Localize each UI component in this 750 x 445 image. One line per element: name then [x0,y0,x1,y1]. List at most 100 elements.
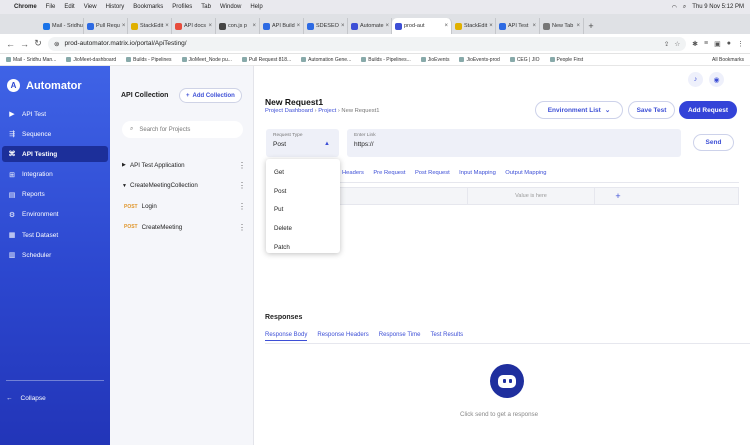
browser-tab[interactable]: API Build × [260,18,304,34]
share-icon[interactable]: ⇪ [664,40,669,48]
tab-response-time[interactable]: Response Time [379,332,421,341]
param-value-input[interactable]: Value is here [467,188,595,204]
add-collection-button[interactable]: + Add Collection [179,88,242,103]
sidebar-item-api-test[interactable]: ▶ API Test [2,106,108,122]
browser-tab[interactable]: SDESEO × [304,18,348,34]
send-button[interactable]: Send [693,134,734,151]
menu-window[interactable]: Window [220,4,241,10]
save-test-button[interactable]: Save Test [628,101,675,119]
search-icon[interactable]: ⌕ [683,4,686,11]
reading-list-icon[interactable]: ≡ [704,40,708,48]
kebab-menu-icon[interactable]: ⋮ [238,223,246,232]
request-item[interactable]: POST CreateMeeting ⋮ [122,222,250,232]
bookmark-item[interactable]: JioMeet_Node pu... [181,57,232,63]
close-tab-icon[interactable]: × [297,23,301,29]
bookmark-item[interactable]: JioEvents-prod [459,57,500,63]
tab-input-mapping[interactable]: Input Mapping [459,170,496,176]
close-tab-icon[interactable]: × [165,23,169,29]
browser-menu-icon[interactable]: ⋮ [737,40,744,48]
close-tab-icon[interactable]: × [208,23,212,29]
sidebar-item-scheduler[interactable]: ▥ Scheduler [2,247,108,263]
close-tab-icon[interactable]: × [576,23,580,29]
close-tab-icon[interactable]: × [341,23,345,29]
url-input[interactable]: ⊚ prod-automator.matrix.io/portal/ApiTes… [48,36,687,51]
menu-clock[interactable]: Thu 9 Nov 5:12 PM [692,4,744,10]
forward-icon[interactable]: → [20,39,29,49]
sidebar-item-integration[interactable]: ⊞ Integration [2,167,108,183]
sidebar-item-api-testing[interactable]: ⌘ API Testing [2,146,108,163]
request-type-select[interactable]: Request Type Post ▲ [266,129,339,157]
bookmark-item[interactable]: JioMeet-dashboard [66,57,116,63]
notification-bell-icon[interactable]: ♪ [688,72,703,87]
bookmark-item[interactable]: CEG | JIO [509,57,540,63]
add-param-button[interactable]: + [609,188,627,204]
menu-bookmarks[interactable]: Bookmarks [133,4,163,10]
wifi-icon[interactable]: ◠ [672,4,677,11]
collection-item[interactable]: ▶ API Test Application ⋮ [122,160,250,170]
menu-help[interactable]: Help [250,4,262,10]
breadcrumb-dashboard[interactable]: Project Dashboard [265,108,313,114]
request-item[interactable]: POST Login ⋮ [122,202,250,212]
browser-tab[interactable]: con.js p × [216,18,260,34]
bookmark-item[interactable]: Mail - Sridhu Man... [6,57,56,63]
close-tab-icon[interactable]: × [444,23,448,29]
site-info-icon[interactable]: ⊚ [54,40,59,48]
project-search-input[interactable]: ⌕ Search for Projects [122,121,243,138]
method-option-post[interactable]: Post [266,182,340,201]
browser-tab[interactable]: StackEdit × [452,18,496,34]
browser-tab[interactable]: New Tab × [540,18,584,34]
bookmark-item[interactable]: JioEvents [420,57,449,63]
method-option-patch[interactable]: Patch [266,238,340,257]
browser-tab[interactable]: Mail - Sridhu× [40,18,84,34]
menu-edit[interactable]: Edit [64,4,74,10]
tab-test-results[interactable]: Test Results [430,332,463,341]
kebab-menu-icon[interactable]: ⋮ [238,161,246,170]
menu-chrome[interactable]: Chrome [14,4,37,10]
menu-history[interactable]: History [106,4,125,10]
browser-tab[interactable]: StackEdit × [128,18,172,34]
close-tab-icon[interactable]: × [252,23,256,29]
user-avatar-icon[interactable]: ◉ [709,72,724,87]
tab-response-headers[interactable]: Response Headers [317,332,368,341]
bookmark-item[interactable]: Automation Gene... [301,57,351,63]
tab-output-mapping[interactable]: Output Mapping [505,170,546,176]
menu-view[interactable]: View [84,4,97,10]
method-option-delete[interactable]: Delete [266,219,340,238]
breadcrumb-project[interactable]: Project [318,108,336,114]
browser-tab[interactable]: API Test × [496,18,540,34]
method-option-put[interactable]: Put [266,201,340,220]
close-tab-icon[interactable]: × [386,23,390,29]
browser-tab[interactable]: Automate × [348,18,392,34]
back-icon[interactable]: ← [6,39,15,49]
tab-pre-request[interactable]: Pre Request [373,170,405,176]
environment-list-dropdown[interactable]: Environment List ⌄ [535,101,623,119]
sidebar-item-reports[interactable]: ▤ Reports [2,187,108,203]
sidebar-item-environment[interactable]: ⚙ Environment [2,207,108,223]
menu-file[interactable]: File [46,4,56,10]
bookmark-item[interactable]: People First [549,57,583,63]
extensions-icon[interactable]: ✱ [692,40,698,48]
bookmark-item[interactable]: Builds - Pipelines [126,57,172,63]
tab-post-request[interactable]: Post Request [415,170,450,176]
profile-icon[interactable]: ● [727,40,731,48]
all-bookmarks-folder[interactable]: All Bookmarks [712,57,744,63]
bookmark-item[interactable]: Builds - Pipelines... [361,57,411,63]
method-option-get[interactable]: Get [266,163,340,182]
reload-icon[interactable]: ↻ [34,38,42,49]
menu-profiles[interactable]: Profiles [172,4,192,10]
browser-tab[interactable]: API docs × [172,18,216,34]
browser-tab[interactable]: Pull Requ × [84,18,128,34]
add-request-button[interactable]: Add Request [679,101,737,119]
sidebar-item-sequence[interactable]: ⇶ Sequence [2,126,108,142]
request-url-field[interactable]: Enter Link https:// [347,129,681,157]
sidebar-toggle-icon[interactable]: ▣ [714,40,721,48]
collection-item[interactable]: ▼ CreateMeetingCollection ⋮ [122,181,250,191]
close-tab-icon[interactable]: × [532,23,536,29]
sidebar-item-test-dataset[interactable]: ▦ Test Dataset [2,227,108,243]
close-tab-icon[interactable]: × [122,23,126,29]
bookmark-star-icon[interactable]: ☆ [674,40,680,48]
tab-headers[interactable]: Headers [342,170,364,176]
close-tab-icon[interactable]: × [489,23,493,29]
kebab-menu-icon[interactable]: ⋮ [238,202,246,211]
menu-tab[interactable]: Tab [201,4,211,10]
